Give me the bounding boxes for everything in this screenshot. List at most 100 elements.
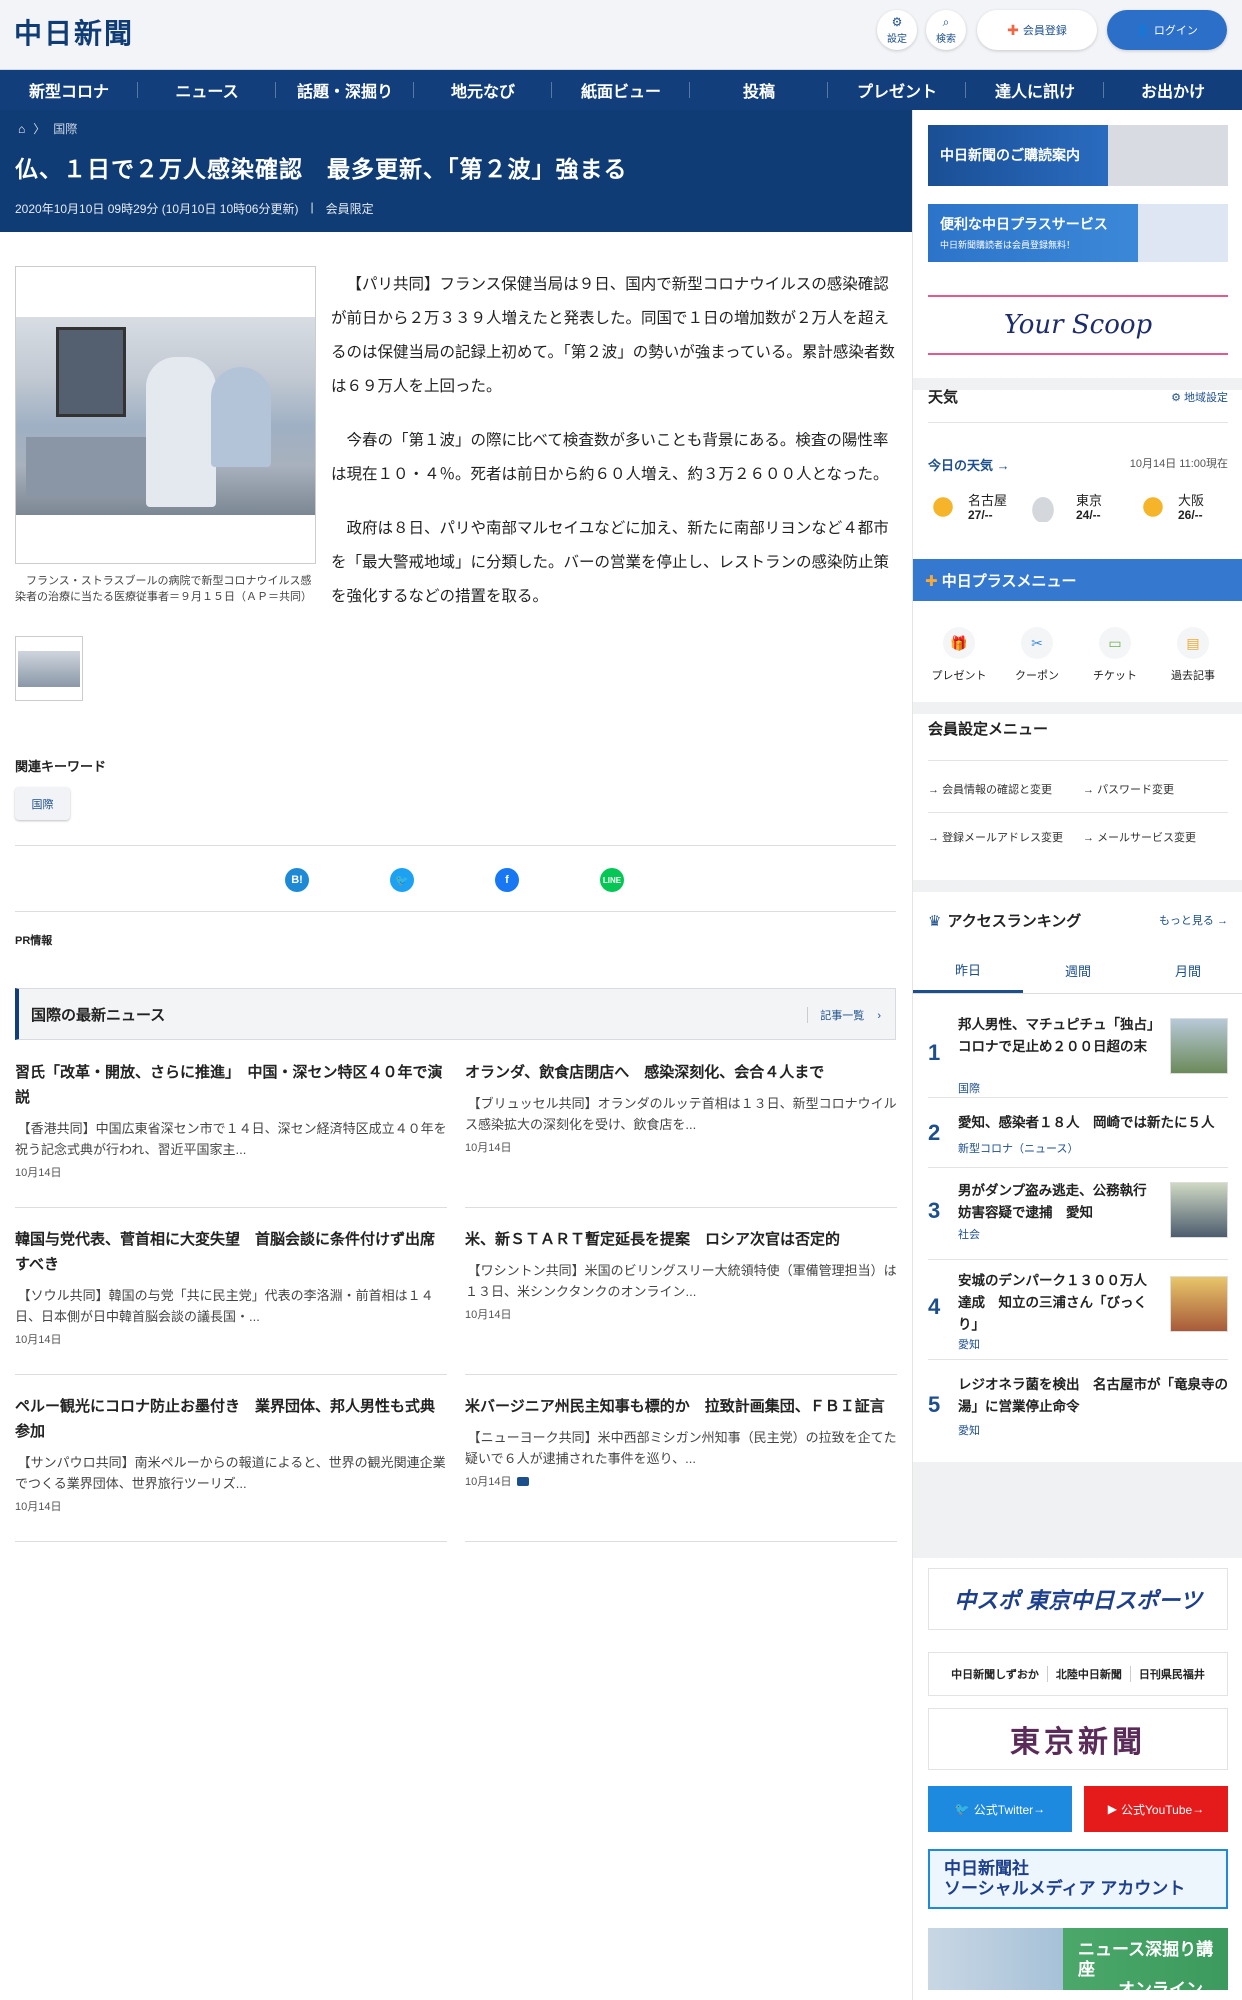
rank-category[interactable]: 愛知	[958, 1336, 980, 1352]
today-weather-link[interactable]: 今日の天気 →	[928, 455, 1010, 474]
subscription-banner[interactable]: 中日新聞のご購読案内	[928, 125, 1228, 186]
fukabori-course-banner[interactable]: ニュース深掘り講座 オンライン	[928, 1928, 1228, 1999]
plus-icon: ✚	[925, 573, 938, 590]
line-share-icon[interactable]: LINE	[600, 868, 624, 892]
nav-item-expert[interactable]: 達人に訊け	[966, 70, 1104, 110]
rank-category[interactable]: 社会	[958, 1226, 980, 1242]
news-date: 10月14日	[465, 1309, 512, 1321]
chuspo-banner[interactable]: 中スポ 東京中日スポーツ	[928, 1568, 1228, 1630]
plus-menu-ticket[interactable]: ▭ チケット	[1077, 627, 1153, 683]
news-title[interactable]: 米、新ＳＴＡＲＴ暫定延長を提案 ロシア次官は否定的	[465, 1227, 897, 1252]
nav-item-topics[interactable]: 話題・深掘り	[276, 70, 414, 110]
ranking-item[interactable]: 2 愛知、感染者１８人 岡崎では新たに５人 新型コロナ（ニュース）	[928, 1098, 1228, 1168]
weather-nagoya: 名古屋 27/--	[928, 488, 1018, 528]
regional-papers-links: 中日新聞しずおか 北陸中日新聞 日刊県民福井	[928, 1652, 1228, 1696]
email-change-link[interactable]: 登録メールアドレス変更	[928, 830, 1068, 846]
plus-icon: ✚	[1007, 21, 1019, 38]
news-item[interactable]: 韓国与党代表、菅首相に大変失望 首脳会談に条件付けず出席すべき 【ソウル共同】韓…	[15, 1227, 447, 1375]
social-media-accounts-banner[interactable]: 中日新聞社 ソーシャルメディア アカウント	[928, 1849, 1228, 1909]
youtube-icon: ▶	[1107, 1802, 1118, 1816]
nav-item-outing[interactable]: お出かけ	[1104, 70, 1242, 110]
tab-yesterday[interactable]: 昨日	[913, 948, 1023, 993]
member-info-link[interactable]: 会員情報の確認と変更	[928, 782, 1052, 798]
divider: |	[310, 200, 314, 214]
password-change-link[interactable]: パスワード変更	[1083, 782, 1174, 798]
hatena-share-icon[interactable]: B!	[285, 868, 309, 892]
article-list-link[interactable]: 記事一覧 ›	[807, 1007, 881, 1023]
rank-title[interactable]: 愛知、感染者１８人 岡崎では新たに５人	[958, 1112, 1228, 1134]
news-title[interactable]: 韓国与党代表、菅首相に大変失望 首脳会談に条件付けず出席すべき	[15, 1227, 447, 1277]
news-date: 10月14日	[465, 1142, 512, 1154]
nav-item-corona[interactable]: 新型コロナ	[0, 70, 138, 110]
region-setting-link[interactable]: ⚙ 地域設定	[1171, 389, 1228, 405]
settings-button[interactable]: ⚙ 設定	[877, 10, 917, 50]
search-button[interactable]: ⌕ 検索	[926, 10, 966, 50]
share-bar: B! 🐦 f LINE	[15, 845, 896, 912]
rank-category[interactable]: 新型コロナ（ニュース）	[958, 1140, 1078, 1156]
official-twitter-button[interactable]: 🐦 公式Twitter →	[928, 1786, 1072, 1832]
hokuriku-link[interactable]: 北陸中日新聞	[1048, 1666, 1131, 1682]
nav-item-present[interactable]: プレゼント	[828, 70, 966, 110]
official-youtube-button[interactable]: ▶ 公式YouTube →	[1084, 1786, 1228, 1832]
news-item[interactable]: 米バージニア州民主知事も標的か 拉致計画集団、ＦＢＩ証言 【ニューヨーク共同】米…	[465, 1394, 897, 1542]
news-title[interactable]: 習氏「改革・開放、さらに推進」 中国・深セン特区４０年で演説	[15, 1060, 447, 1110]
ranking-item[interactable]: 1 邦人男性、マチュピチュ「独占」 コロナで足止め２００日超の末 国際	[928, 1006, 1228, 1098]
crown-icon: ♛	[928, 912, 942, 930]
fukui-link[interactable]: 日刊県民福井	[1131, 1666, 1213, 1682]
weather-heading: 天気	[928, 389, 959, 406]
shizuoka-link[interactable]: 中日新聞しずおか	[943, 1666, 1048, 1682]
ranking-more-link[interactable]: もっと見る →	[1159, 912, 1228, 928]
news-snippet: 【ニューヨーク共同】米中西部ミシガン州知事（民主党）の拉致を企てた疑いで６人が逮…	[465, 1430, 897, 1466]
twitter-share-icon[interactable]: 🐦	[390, 868, 414, 892]
nav-item-paper-view[interactable]: 紙面ビュー	[552, 70, 690, 110]
photo-thumbnail[interactable]	[15, 636, 83, 701]
home-icon[interactable]: ⌂	[18, 122, 25, 136]
tab-weekly[interactable]: 週間	[1023, 948, 1133, 993]
rank-title[interactable]: レジオネラ菌を検出 名古屋市が「竜泉寺の湯」に営業停止命令	[958, 1374, 1228, 1418]
plus-menu-archive[interactable]: ▤ 過去記事	[1155, 627, 1231, 683]
article-meta: 2020年10月10日 09時29分 (10月10日 10時06分更新) | 会…	[15, 200, 374, 217]
rank-category[interactable]: 国際	[958, 1080, 980, 1096]
article-paragraph: 政府は８日、パリや南部マルセイユなどに加え、新たに南部リヨンなど４都市を「最大警…	[331, 520, 890, 605]
plus-menu-coupon[interactable]: ✂ クーポン	[999, 627, 1075, 683]
ranking-item[interactable]: 3 男がダンプ盗み逃走、公務執行妨害容疑で逮捕 愛知 社会	[928, 1168, 1228, 1260]
site-logo[interactable]: 中日新聞	[14, 12, 134, 52]
breadcrumb-category[interactable]: 国際	[53, 120, 77, 137]
rank-thumbnail[interactable]	[1170, 1018, 1228, 1074]
rank-thumbnail[interactable]	[1170, 1276, 1228, 1332]
settings-label: 設定	[887, 33, 907, 45]
news-item[interactable]: オランダ、飲食店閉店へ 感染深刻化、会合４人まで 【ブリュッセル共同】オランダの…	[465, 1060, 897, 1208]
nav-item-news[interactable]: ニュース	[138, 70, 276, 110]
nav-item-post[interactable]: 投稿	[690, 70, 828, 110]
mail-service-link[interactable]: メールサービス変更	[1083, 830, 1196, 846]
news-item[interactable]: 習氏「改革・開放、さらに推進」 中国・深セン特区４０年で演説 【香港共同】中国広…	[15, 1060, 447, 1208]
rank-title[interactable]: 男がダンプ盗み逃走、公務執行妨害容疑で逮捕 愛知	[958, 1180, 1158, 1224]
rank-title[interactable]: 邦人男性、マチュピチュ「独占」 コロナで足止め２００日超の末	[958, 1014, 1167, 1058]
login-button[interactable]: 👤 ログイン	[1107, 10, 1227, 50]
news-title[interactable]: ペルー観光にコロナ防止お墨付き 業界団体、邦人男性も式典参加	[15, 1394, 447, 1444]
tokyo-shimbun-banner[interactable]: 東京新聞	[928, 1708, 1228, 1770]
rank-title[interactable]: 安城のデンパーク１３００万人達成 知立の三浦さん「びっくり」	[958, 1270, 1158, 1336]
your-scoop-banner[interactable]: Your Scoop	[928, 295, 1228, 355]
tab-monthly[interactable]: 月間	[1133, 948, 1242, 993]
ranking-item[interactable]: 5 レジオネラ菌を検出 名古屋市が「竜泉寺の湯」に営業停止命令 愛知	[928, 1360, 1228, 1452]
ranking-item[interactable]: 4 安城のデンパーク１３００万人達成 知立の三浦さん「びっくり」 愛知	[928, 1260, 1228, 1360]
rank-thumbnail[interactable]	[1170, 1182, 1228, 1238]
news-title[interactable]: オランダ、飲食店閉店へ 感染深刻化、会合４人まで	[465, 1060, 897, 1085]
nav-item-local[interactable]: 地元なび	[414, 70, 552, 110]
facebook-share-icon[interactable]: f	[495, 868, 519, 892]
breadcrumb: ⌂ 〉 国際	[18, 120, 77, 137]
news-item[interactable]: ペルー観光にコロナ防止お墨付き 業界団体、邦人男性も式典参加 【サンパウロ共同】…	[15, 1394, 447, 1542]
plus-menu-present[interactable]: 🎁 プレゼント	[921, 627, 997, 683]
register-button[interactable]: ✚ 会員登録	[977, 10, 1097, 50]
article-photo-frame[interactable]	[15, 266, 316, 564]
plus-service-banner[interactable]: 便利な中日プラスサービス 中日新聞購読者は会員登録無料！	[928, 204, 1228, 262]
news-item[interactable]: 米、新ＳＴＡＲＴ暫定延長を提案 ロシア次官は否定的 【ワシントン共同】米国のビリ…	[465, 1227, 897, 1375]
news-snippet: 【ワシントン共同】米国のビリングスリー大統領特使（軍備管理担当）は１３日、米シン…	[465, 1263, 897, 1299]
article-paragraph: 今春の「第１波」の際に比べて検査数が多いことも背景にある。検査の陽性率は現在１０…	[331, 432, 889, 483]
photo-caption: フランス・ストラスブールの病院で新型コロナウイルス感染者の治療に当たる医療従事者…	[15, 575, 312, 603]
rank-category[interactable]: 愛知	[958, 1422, 980, 1438]
article-photo[interactable]	[16, 317, 315, 515]
keyword-tag[interactable]: 国際	[15, 787, 70, 820]
news-title[interactable]: 米バージニア州民主知事も標的か 拉致計画集団、ＦＢＩ証言	[465, 1394, 897, 1419]
